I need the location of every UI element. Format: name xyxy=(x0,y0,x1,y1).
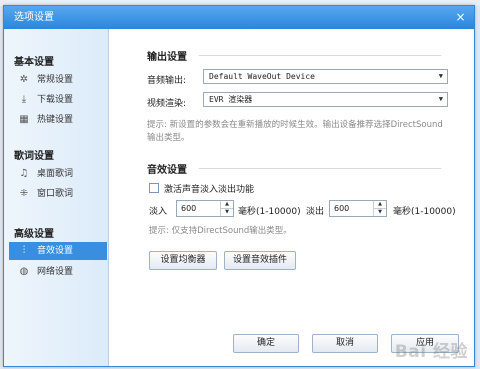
sidebar-item-download[interactable]: ⤓ 下载设置 xyxy=(9,91,107,109)
group-title-basic: 基本设置 xyxy=(14,57,54,68)
dialog-title: 选项设置 xyxy=(14,12,54,23)
keyboard-icon: ▦ xyxy=(19,114,29,125)
sidebar-item-label: 桌面歌词 xyxy=(37,169,74,179)
output-hint-line1: 提示: 新设置的参数会在重新播放的时候生效。输出设备推荐选择DirectSoun… xyxy=(147,120,443,130)
audio-output-select[interactable]: Default WaveOut Device ▼ xyxy=(203,69,448,84)
sidebar-item-label: 窗口歌词 xyxy=(37,189,74,199)
fade-in-label: 淡入 xyxy=(149,207,168,217)
sidebar: 基本设置 ✲ 常规设置 ⤓ 下载设置 ▦ 热键设置 歌词设置 ♫ 桌面歌词 ⁜ … xyxy=(4,29,109,366)
group-title-lyrics: 歌词设置 xyxy=(14,151,54,162)
fade-checkbox-label: 激活声音淡入淡出功能 xyxy=(164,185,255,195)
divider xyxy=(199,168,441,169)
sidebar-item-hotkey[interactable]: ▦ 热键设置 xyxy=(9,111,107,129)
effects-hint: 提示: 仅支持DirectSound输出类型。 xyxy=(149,226,292,236)
spin-up-icon[interactable]: ▲ xyxy=(374,201,386,209)
divider xyxy=(199,55,441,56)
gear-icon: ✲ xyxy=(19,74,29,85)
spin-up-icon[interactable]: ▲ xyxy=(221,201,233,209)
settings-panel: 输出设置 音频输出: Default WaveOut Device ▼ 视频渲染… xyxy=(109,29,474,366)
output-hint: 提示: 新设置的参数会在重新播放的时候生效。输出设备推荐选择DirectSoun… xyxy=(147,119,467,145)
video-render-label: 视频渲染: xyxy=(147,99,187,109)
fade-in-unit: 毫秒(1-10000) xyxy=(238,207,301,217)
close-icon[interactable]: × xyxy=(453,10,468,25)
video-render-select[interactable]: EVR 渲染器 ▼ xyxy=(203,92,448,107)
sidebar-item-network[interactable]: ◍ 网络设置 xyxy=(9,263,107,281)
fade-in-value: 600 xyxy=(181,204,197,213)
fade-checkbox[interactable] xyxy=(149,183,159,193)
group-title-advanced: 高级设置 xyxy=(14,229,54,240)
sidebar-item-label: 热键设置 xyxy=(37,115,74,125)
sidebar-item-sound-effects[interactable]: ⫶ 音效设置 xyxy=(9,242,107,260)
cancel-button[interactable]: 取消 xyxy=(312,334,378,353)
window-lyrics-icon: ⁜ xyxy=(19,188,29,199)
sidebar-item-window-lyrics[interactable]: ⁜ 窗口歌词 xyxy=(9,185,107,203)
audio-output-label: 音频输出: xyxy=(147,76,187,86)
sidebar-item-label: 网络设置 xyxy=(37,267,74,277)
options-dialog: 选项设置 × 基本设置 ✲ 常规设置 ⤓ 下载设置 ▦ 热键设置 歌词设置 ♫ … xyxy=(3,5,475,367)
download-icon: ⤓ xyxy=(21,94,27,105)
section-title-output: 输出设置 xyxy=(147,52,187,63)
equalizer-button[interactable]: 设置均衡器 xyxy=(149,251,217,270)
dropdown-arrow-icon: ▼ xyxy=(438,72,443,80)
fade-out-unit: 毫秒(1-10000) xyxy=(393,207,456,217)
spin-down-icon[interactable]: ▼ xyxy=(374,209,386,216)
sidebar-item-label: 下载设置 xyxy=(37,95,74,105)
title-bar[interactable]: 选项设置 × xyxy=(4,6,474,29)
sidebar-item-label: 常规设置 xyxy=(37,75,74,85)
dropdown-arrow-icon: ▼ xyxy=(438,95,443,103)
watermark-logo: Bai 经验 xyxy=(394,342,468,362)
ok-button[interactable]: 确定 xyxy=(233,334,299,353)
equalizer-icon: ⫶ xyxy=(22,245,26,256)
fade-in-stepper[interactable]: 600 ▲ ▼ xyxy=(176,200,234,217)
section-title-effects: 音效设置 xyxy=(147,165,187,176)
effect-plugin-button[interactable]: 设置音效插件 xyxy=(224,251,296,270)
spin-down-icon[interactable]: ▼ xyxy=(221,209,233,216)
desktop-lyrics-icon: ♫ xyxy=(19,168,29,179)
fade-out-stepper[interactable]: 600 ▲ ▼ xyxy=(329,200,387,217)
fade-out-label: 淡出 xyxy=(306,207,325,217)
sidebar-item-label: 音效设置 xyxy=(37,246,74,256)
globe-icon: ◍ xyxy=(19,266,29,277)
video-render-value: EVR 渲染器 xyxy=(209,95,253,104)
sidebar-item-desktop-lyrics[interactable]: ♫ 桌面歌词 xyxy=(9,165,107,183)
sidebar-item-general[interactable]: ✲ 常规设置 xyxy=(9,71,107,89)
output-hint-line2: 输出类型。 xyxy=(147,133,190,143)
audio-output-value: Default WaveOut Device xyxy=(209,72,315,81)
fade-out-value: 600 xyxy=(334,204,350,213)
